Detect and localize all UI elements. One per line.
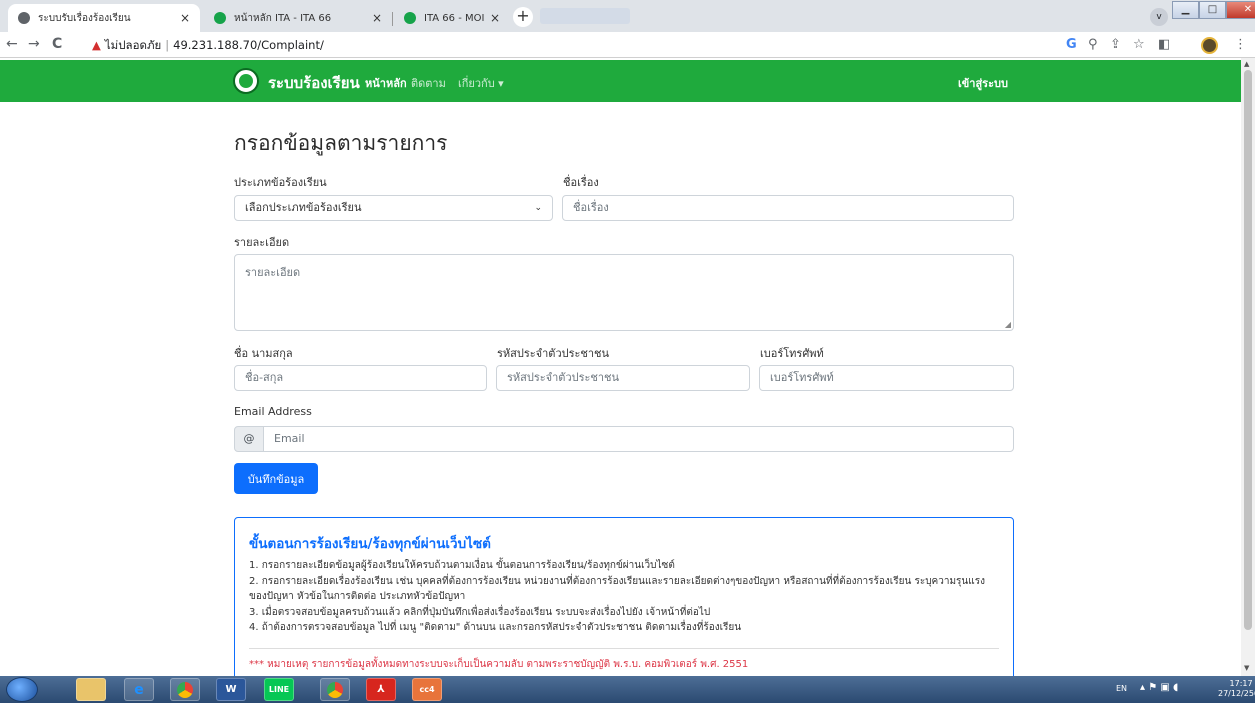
save-button[interactable]: บันทึกข้อมูล — [234, 463, 318, 494]
google-icon[interactable]: G — [1066, 37, 1077, 52]
line-icon[interactable]: LINE — [264, 678, 294, 701]
nav-about[interactable]: เกี่ยวกับ ▾ — [458, 74, 504, 92]
complaint-type-select[interactable]: เลือกประเภทข้อร้องเรียน ⌄ — [234, 195, 553, 221]
maximize-button[interactable]: □ — [1199, 1, 1226, 19]
scroll-down-icon[interactable]: ▼ — [1244, 664, 1249, 672]
phone-label: เบอร์โทรศัพท์ — [760, 347, 824, 360]
name-input[interactable]: ชื่อ-สกุล — [234, 365, 487, 391]
instructions-card: ขั้นตอนการร้องเรียน/ร้องทุกข์ผ่านเว็บไซต… — [234, 517, 1014, 676]
brand-title[interactable]: ระบบร้องเรียน — [268, 71, 360, 95]
url-field[interactable]: ▲ ไม่ปลอดภัย | 49.231.188.70/Complaint/ — [92, 35, 1052, 55]
detail-textarea[interactable]: รายละเอียด ◢ — [234, 254, 1014, 331]
dragged-tab-preview — [540, 8, 630, 24]
chevron-down-icon: ⌄ — [534, 203, 542, 213]
nav-track[interactable]: ติดตาม — [411, 74, 446, 92]
name-label: ชื่อ นามสกุล — [234, 347, 293, 360]
id-label: รหัสประจำตัวประชาชน — [497, 347, 610, 360]
site-icon — [214, 12, 226, 24]
cc4-icon[interactable]: cc4 — [412, 678, 442, 701]
system-clock[interactable]: 17:17 27/12/2565 — [1218, 679, 1255, 699]
resize-handle-icon[interactable]: ◢ — [1005, 320, 1011, 329]
page-viewport: ระบบร้องเรียน หน้าหลัก ติดตาม เกี่ยวกับ … — [0, 58, 1241, 676]
citizen-id-input[interactable]: รหัสประจำตัวประชาชน — [496, 365, 750, 391]
detail-label: รายละเอียด — [234, 236, 290, 249]
language-indicator[interactable]: EN — [1116, 684, 1127, 693]
at-icon: @ — [234, 426, 264, 452]
minimize-button[interactable]: ▁ — [1172, 1, 1199, 19]
side-panel-icon[interactable]: ◧ — [1158, 37, 1170, 52]
pdf-reader-icon[interactable]: ⅄ — [366, 678, 396, 701]
scroll-thumb[interactable] — [1244, 70, 1252, 630]
clock-date: 27/12/2565 — [1218, 689, 1255, 698]
reload-icon[interactable]: C — [52, 36, 62, 52]
start-button[interactable] — [6, 677, 38, 702]
clock-time: 17:17 — [1229, 679, 1253, 688]
site-logo[interactable] — [233, 68, 259, 94]
browser-tab-bar: ระบบรับเรื่องร้องเรียน × หน้าหลัก ITA - … — [0, 0, 1255, 32]
step-1: 1. กรอกรายละเอียดข้อมูลผู้ร้องเรียนให้คร… — [249, 560, 675, 571]
bookmark-star-icon[interactable]: ☆ — [1133, 37, 1145, 52]
site-icon — [404, 12, 416, 24]
profile-avatar[interactable] — [1201, 37, 1218, 54]
detail-placeholder: รายละเอียด — [245, 266, 301, 279]
back-icon[interactable]: ← — [6, 36, 18, 52]
chrome-profile-icon[interactable] — [320, 678, 350, 701]
globe-icon — [18, 12, 30, 24]
email-input[interactable]: Email — [263, 426, 1014, 452]
divider — [249, 647, 999, 649]
site-navbar: ระบบร้องเรียน หน้าหลัก ติดตาม เกี่ยวกับ … — [0, 60, 1241, 102]
step-4: 4. ถ้าต้องการตรวจสอบข้อมูล ไปที่ เมนู "ต… — [249, 622, 742, 633]
url-separator: | — [165, 38, 170, 52]
tab-divider — [392, 12, 393, 26]
privacy-note: *** หมายเหตุ รายการข้อมูลทั้งหมดทางระบบจ… — [249, 658, 749, 670]
close-tab-icon[interactable]: × — [372, 11, 382, 25]
phone-input[interactable]: เบอร์โทรศัพท์ — [759, 365, 1014, 391]
close-tab-icon[interactable]: × — [490, 11, 500, 25]
close-window-button[interactable]: ✕ — [1226, 1, 1255, 19]
menu-dots-icon[interactable]: ⋮ — [1234, 37, 1247, 52]
scroll-up-icon[interactable]: ▲ — [1244, 60, 1249, 68]
subject-label: ชื่อเรื่อง — [563, 176, 599, 189]
address-bar: ← → C ▲ ไม่ปลอดภัย | 49.231.188.70/Complain… — [0, 32, 1255, 58]
page-scrollbar[interactable]: ▲ ▼ — [1241, 58, 1255, 676]
insecure-label: ไม่ปลอดภัย — [104, 38, 162, 52]
file-explorer-icon[interactable] — [76, 678, 106, 701]
login-link[interactable]: เข้าสู่ระบบ — [958, 74, 1008, 92]
url-text: 49.231.188.70/Complaint/ — [173, 38, 324, 52]
tab-ita-home[interactable]: หน้าหลัก ITA - ITA 66 × — [204, 4, 392, 32]
type-label: ประเภทข้อร้องเรียน — [234, 176, 327, 189]
instructions-heading: ขั้นตอนการร้องเรียน/ร้องทุกข์ผ่านเว็บไซต… — [249, 536, 491, 552]
step-2: 2. กรอกรายละเอียดเรื่องร้องเรียน เช่น บุ… — [249, 575, 985, 603]
tab-search-button[interactable]: v — [1150, 8, 1168, 26]
window-controls: ▁ □ ✕ — [1172, 1, 1255, 21]
forward-icon[interactable]: → — [28, 36, 40, 52]
tab-ita66[interactable]: ITA 66 - MOIT:2-66 × — [394, 4, 510, 32]
internet-explorer-icon[interactable]: e — [124, 678, 154, 701]
subject-input[interactable]: ชื่อเรื่อง — [562, 195, 1014, 221]
new-tab-button[interactable]: + — [513, 7, 533, 27]
share-icon[interactable]: ⇪ — [1110, 37, 1121, 52]
tray-icons[interactable]: ▴ ⚑ ▣ ◖ — [1140, 682, 1178, 693]
email-label: Email Address — [234, 405, 312, 418]
chrome-icon[interactable] — [170, 678, 200, 701]
word-icon[interactable]: W — [216, 678, 246, 701]
selected-value: เลือกประเภทข้อร้องเรียน — [245, 201, 362, 214]
windows-taskbar: e W LINE ⅄ cc4 EN ▴ ⚑ ▣ ◖ 17:17 27/12/25… — [0, 676, 1255, 703]
nav-home[interactable]: หน้าหลัก — [365, 74, 407, 92]
warning-icon[interactable]: ▲ — [92, 38, 101, 52]
close-tab-icon[interactable]: × — [180, 11, 190, 25]
zoom-icon[interactable]: ⚲ — [1088, 37, 1098, 52]
step-3: 3. เมื่อตรวจสอบข้อมูลครบถ้วนแล้ว คลิกที่… — [249, 606, 711, 618]
tab-complaint[interactable]: ระบบรับเรื่องร้องเรียน × — [8, 4, 200, 32]
page-title: กรอกข้อมูลตามรายการ — [234, 131, 448, 155]
